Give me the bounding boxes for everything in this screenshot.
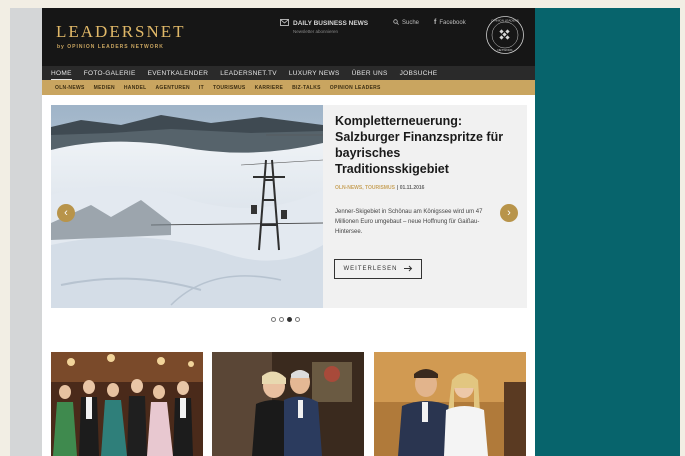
hero-headline[interactable]: Kompletterneuerung: Salzburger Finanzspr…: [335, 113, 515, 177]
hero-image[interactable]: [51, 105, 323, 308]
main-navigation: HOME FOTO-GALERIE EVENTKALENDER LEADERSN…: [42, 66, 535, 80]
subnav-agenturen[interactable]: AGENTUREN: [156, 85, 190, 91]
hero-meta: OLN-NEWS, TOURISMUS | 01.11.2016: [335, 185, 424, 191]
article-thumbnail-1[interactable]: [51, 352, 203, 456]
newsletter-subscribe-link[interactable]: Newsletter abonnieren: [293, 29, 338, 34]
slider-next-button[interactable]: ›: [500, 204, 518, 222]
nav-jobsuche[interactable]: JOBSUCHE: [400, 70, 438, 77]
couple-event-photo: [212, 352, 364, 456]
nav-home[interactable]: HOME: [51, 70, 72, 80]
subnav-biz-talks[interactable]: BIZ-TALKS: [292, 85, 321, 91]
daily-news-label: DAILY BUSINESS NEWS: [293, 20, 369, 27]
facebook-label: Facebook: [439, 19, 466, 26]
svg-text:OPINION LEADERS: OPINION LEADERS: [491, 19, 519, 23]
facebook-icon: f: [434, 19, 437, 26]
website-page: LEADERSNET by OPINION LEADERS NETWORK DA…: [42, 8, 535, 456]
article-thumbnail-3[interactable]: [374, 352, 526, 456]
slider-prev-button[interactable]: ‹: [57, 204, 75, 222]
subnav-medien[interactable]: MEDIEN: [94, 85, 115, 91]
chevron-right-icon: ›: [507, 207, 511, 219]
gala-group-photo: [51, 352, 203, 456]
slider-pagination: [271, 317, 300, 322]
nav-ueber-uns[interactable]: ÜBER UNS: [352, 70, 388, 77]
facebook-link[interactable]: f Facebook: [434, 19, 466, 26]
left-gray-strip: [10, 8, 42, 456]
slider-dot-1[interactable]: [271, 317, 276, 322]
nav-eventkalender[interactable]: EVENTKALENDER: [148, 70, 209, 77]
svg-text:NETWORK: NETWORK: [497, 48, 512, 52]
subnav-tourismus[interactable]: TOURISMUS: [213, 85, 246, 91]
slider-dot-2[interactable]: [279, 317, 284, 322]
subnav-it[interactable]: IT: [199, 85, 204, 91]
nav-foto-galerie[interactable]: FOTO-GALERIE: [84, 70, 136, 77]
daily-news-link[interactable]: DAILY BUSINESS NEWS: [280, 19, 368, 28]
subnav-handel[interactable]: HANDEL: [124, 85, 147, 91]
category-navigation: OLN-NEWS MEDIEN HANDEL AGENTUREN IT TOUR…: [42, 80, 535, 95]
subnav-opinion-leaders[interactable]: OPINION LEADERS: [330, 85, 381, 91]
hero-slider: Kompletterneuerung: Salzburger Finanzspr…: [51, 105, 527, 308]
slider-dot-3[interactable]: [287, 317, 292, 322]
read-more-label: WEITERLESEN: [343, 266, 398, 272]
article-thumbnail-2[interactable]: [212, 352, 364, 456]
nav-leadersnet-tv[interactable]: LEADERSNET.TV: [220, 70, 277, 77]
chevron-left-icon: ‹: [64, 207, 68, 219]
nav-luxury-news[interactable]: LUXURY NEWS: [289, 70, 340, 77]
subnav-oln-news[interactable]: OLN-NEWS: [55, 85, 85, 91]
arrow-right-icon: [403, 265, 413, 274]
hero-teaser: Jenner-Skigebiet in Schönau am Königssee…: [335, 209, 483, 235]
couple-portrait-photo: [374, 352, 526, 456]
logo-subtitle: by OPINION LEADERS NETWORK: [57, 44, 164, 50]
oln-seal-logo: OPINION LEADERS NETWORK: [486, 16, 524, 54]
subnav-karriere[interactable]: KARRIERE: [255, 85, 284, 91]
search-link[interactable]: Suche: [393, 19, 419, 27]
site-logo[interactable]: LEADERSNET: [56, 22, 186, 42]
hero-date: | 01.11.2016: [396, 185, 425, 191]
site-header: LEADERSNET by OPINION LEADERS NETWORK DA…: [42, 8, 535, 66]
mail-icon: [280, 19, 289, 28]
search-label: Suche: [402, 20, 420, 26]
hero-categories[interactable]: OLN-NEWS, TOURISMUS: [335, 185, 395, 191]
search-icon: [393, 19, 399, 27]
slider-dot-4[interactable]: [295, 317, 300, 322]
read-more-button[interactable]: WEITERLESEN: [334, 259, 422, 279]
